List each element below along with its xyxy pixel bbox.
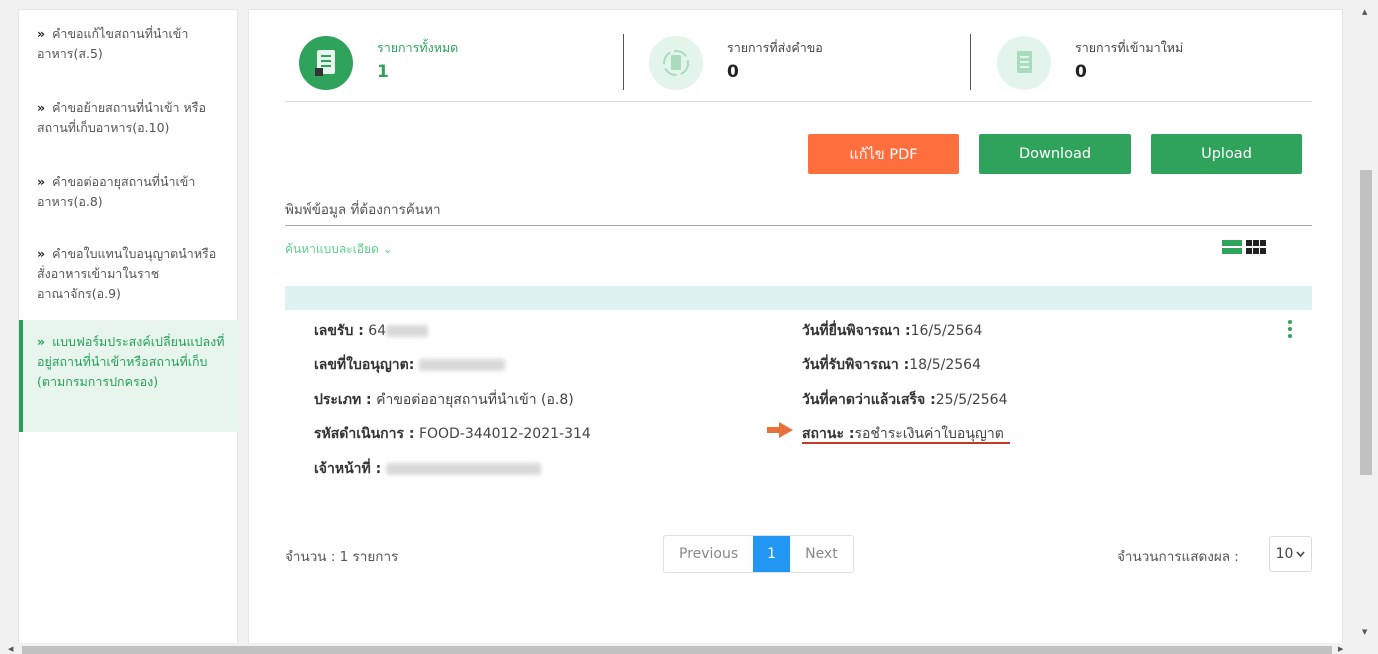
total-count: จำนวน : 1 รายการ — [285, 549, 399, 565]
per-page-select[interactable]: 10 — [1269, 536, 1312, 572]
more-options-icon[interactable] — [1286, 319, 1294, 339]
result-header — [285, 286, 1312, 310]
scroll-left-icon[interactable]: ◀ — [8, 645, 13, 653]
page-button[interactable]: 1 — [753, 536, 791, 572]
sidebar-item-o8[interactable]: » คำขอต่ออายุสถานที่นำเข้าอาหาร(อ.8) — [19, 172, 239, 212]
arrow-right-icon — [767, 422, 793, 438]
request-type: ประเภท : คำขอต่ออายุสถานที่นำเข้า (อ.8) — [314, 392, 574, 408]
upload-button[interactable]: Upload — [1151, 134, 1302, 174]
new-document-icon — [997, 36, 1051, 90]
accept-date: วันที่รับพิจารณา :18/5/2564 — [802, 357, 981, 373]
license-number: เลขที่ใบอนุญาต: — [314, 354, 505, 376]
operation-code: รหัสดำเนินการ : FOOD-344012-2021-314 — [314, 426, 591, 442]
sidebar-item-label: คำขอแก้ไขสถานที่นำเข้าอาหาร(ส.5) — [37, 26, 189, 61]
stat-label: รายการทั้งหมด — [377, 40, 459, 55]
pagination: Previous 1 Next — [663, 535, 854, 573]
divider — [623, 34, 624, 90]
divider — [285, 101, 1312, 102]
scroll-right-icon[interactable]: ▶ — [1338, 645, 1343, 653]
stat-label: รายการที่เข้ามาใหม่ — [1075, 40, 1184, 55]
stat-value: 1 — [377, 62, 389, 82]
submit-date: วันที่ยื่นพิจารณา :16/5/2564 — [802, 323, 983, 339]
stat-value: 0 — [1075, 62, 1087, 82]
per-page-value: 10 — [1275, 546, 1294, 562]
redacted — [418, 359, 505, 371]
sidebar-item-label: คำขอต่ออายุสถานที่นำเข้าอาหาร(อ.8) — [37, 174, 196, 209]
chevron-right-icon: » — [37, 174, 46, 189]
stat-label: รายการที่ส่งคำขอ — [727, 40, 823, 55]
list-view-icon[interactable] — [1222, 239, 1242, 255]
document-icon — [299, 36, 353, 90]
main-panel: รายการทั้งหมด 1 รายการที่ส่งคำขอ 0 รายกา… — [248, 9, 1343, 645]
officer: เจ้าหน้าที่ : — [314, 458, 541, 480]
sidebar-item-label: คำขอใบแทนใบอนุญาตนำหรือสั่งอาหารเข้ามาใน… — [37, 246, 217, 301]
chevron-right-icon: » — [37, 100, 46, 115]
horizontal-scroll-thumb[interactable] — [22, 646, 1332, 654]
expected-date: วันที่คาดว่าแล้วเสร็จ :25/5/2564 — [802, 392, 1008, 408]
next-button[interactable]: Next — [790, 536, 853, 572]
scroll-down-icon[interactable]: ▼ — [1362, 628, 1367, 636]
edit-pdf-button[interactable]: แก้ไข PDF — [808, 134, 959, 174]
stat-value: 0 — [727, 62, 739, 82]
divider — [970, 34, 971, 90]
sidebar-item-s5[interactable]: » คำขอแก้ไขสถานที่นำเข้าอาหาร(ส.5) — [19, 24, 239, 64]
search-input[interactable] — [285, 194, 1312, 226]
chevron-down-icon — [1296, 551, 1306, 557]
advanced-search-toggle[interactable]: ค้นหาแบบละเอียด ⌄ — [285, 240, 393, 259]
sidebar-item-label: แบบฟอร์มประสงค์เปลี่ยนแปลงที่อยู่สถานที่… — [37, 334, 225, 389]
chevron-right-icon: » — [37, 26, 46, 41]
sidebar: » คำขอแก้ไขสถานที่นำเข้าอาหาร(ส.5) » คำข… — [18, 9, 239, 645]
sidebar-item-address-change[interactable]: » แบบฟอร์มประสงค์เปลี่ยนแปลงที่อยู่สถานท… — [19, 320, 239, 432]
redacted — [385, 463, 541, 475]
redacted — [386, 325, 429, 337]
sidebar-item-label: คำขอย้ายสถานที่นำเข้า หรือสถานที่เก็บอาห… — [37, 100, 206, 135]
per-page-label: จำนวนการแสดงผล : — [1117, 549, 1239, 565]
sidebar-item-o10[interactable]: » คำขอย้ายสถานที่นำเข้า หรือสถานที่เก็บอ… — [19, 98, 239, 138]
chevron-right-icon: » — [37, 246, 46, 261]
grid-view-icon[interactable] — [1246, 239, 1266, 255]
sidebar-item-o9[interactable]: » คำขอใบแทนใบอนุญาตนำหรือสั่งอาหารเข้ามา… — [19, 244, 239, 304]
chevron-right-icon: » — [37, 334, 46, 349]
status-underline — [802, 442, 1010, 444]
receipt-number: เลขรับ : 64 — [314, 320, 429, 342]
vertical-scroll-thumb[interactable] — [1360, 170, 1372, 475]
download-button[interactable]: Download — [979, 134, 1131, 174]
previous-button[interactable]: Previous — [664, 536, 753, 572]
scroll-up-icon[interactable]: ▲ — [1362, 8, 1367, 16]
refresh-document-icon — [649, 36, 703, 90]
